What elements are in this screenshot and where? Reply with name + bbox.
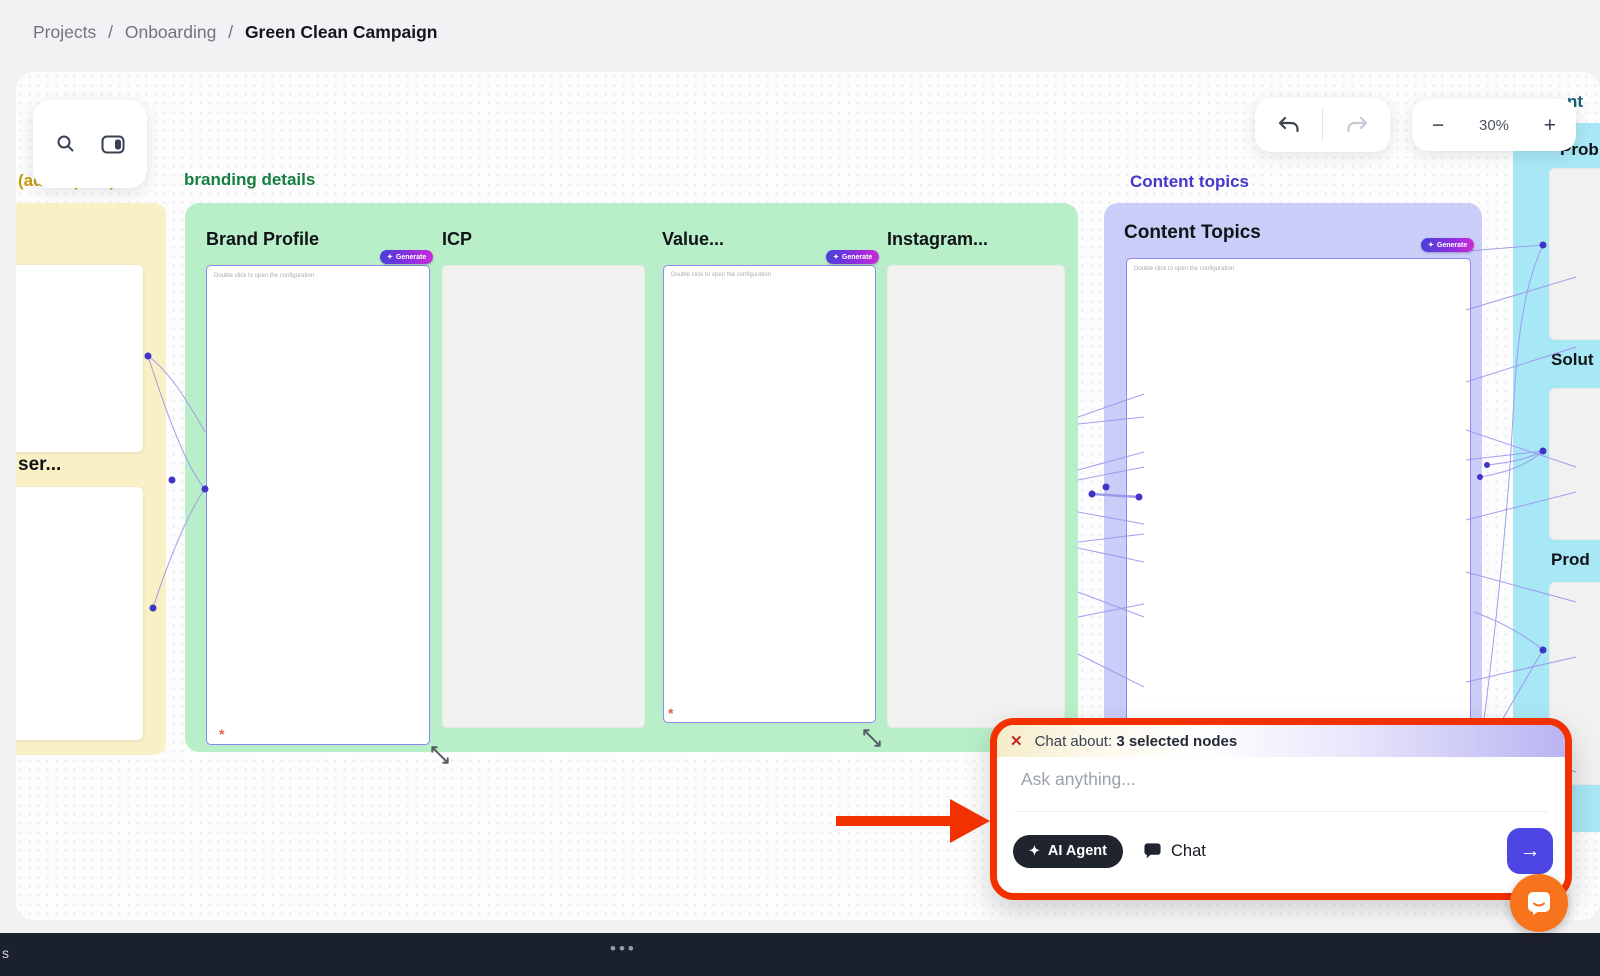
sparkle-icon: ✦ [833, 253, 839, 261]
node-config-hint: Double click to open the configuration [1134, 266, 1234, 272]
sidebar-panel-icon [101, 134, 125, 155]
node-instagram[interactable] [887, 265, 1065, 728]
input-node-card[interactable] [16, 265, 143, 452]
node-brand-profile[interactable] [206, 265, 430, 745]
generate-label: Generate [396, 254, 426, 261]
chat-context-prefix: Chat about: [1035, 733, 1113, 750]
annotation-arrow [836, 798, 992, 844]
help-chat-icon [1524, 888, 1554, 918]
sparkle-icon: ✦ [1029, 843, 1040, 859]
chat-actions-row: ✦ AI Agent Chat → [1013, 819, 1553, 883]
breadcrumb-current-project: Green Clean Campaign [245, 22, 438, 42]
node-problem[interactable] [1549, 168, 1600, 340]
app-window: Projects / Onboarding / Green Clean Camp… [0, 0, 1600, 976]
chat-context-text: Chat about: 3 selected nodes [1035, 733, 1238, 750]
bottom-bar-partial-text: s [2, 945, 9, 961]
divider [1015, 811, 1547, 812]
sparkle-icon: ✦ [1428, 241, 1434, 249]
chat-popup-header: ✕ Chat about: 3 selected nodes [997, 725, 1565, 757]
node-title-brand-profile: Brand Profile [206, 229, 319, 250]
node-title-content-topics: Content Topics [1124, 222, 1261, 244]
group-label-branding-details: branding details [184, 170, 315, 190]
generate-button[interactable]: ✦ Generate [380, 250, 433, 264]
canvas-toolbar [33, 100, 147, 188]
chat-mode-toggle[interactable]: Chat [1143, 842, 1206, 861]
overflow-menu-button[interactable]: ••• [610, 939, 637, 959]
node-title-icp: ICP [442, 229, 472, 250]
ai-agent-toggle[interactable]: ✦ AI Agent [1013, 835, 1123, 868]
node-value[interactable] [663, 265, 876, 723]
node-solution[interactable] [1549, 388, 1600, 540]
required-marker: * [668, 708, 673, 718]
breadcrumb-separator: / [228, 22, 233, 42]
undo-button[interactable] [1255, 98, 1322, 152]
breadcrumb-projects[interactable]: Projects [33, 22, 96, 42]
send-button[interactable]: → [1507, 828, 1553, 874]
zoom-level: 30% [1479, 117, 1509, 134]
chat-mode-label: Chat [1171, 842, 1206, 861]
redo-icon [1345, 115, 1369, 135]
input-node-title-partial: ser... [18, 454, 61, 476]
required-marker: * [219, 729, 224, 739]
group-label-content-topics: Content topics [1130, 172, 1249, 192]
chat-popup-body: ✦ AI Agent Chat → [997, 757, 1565, 893]
workflow-canvas[interactable]: (add inputs) branding details Content to… [16, 72, 1600, 920]
node-title-value: Value... [662, 229, 724, 250]
node-icp[interactable] [442, 265, 645, 728]
chat-popup: ✕ Chat about: 3 selected nodes ✦ AI Agen… [990, 718, 1572, 900]
breadcrumb-separator: / [108, 22, 113, 42]
chat-bubble-icon [1143, 842, 1162, 860]
node-title-product-partial: Prod [1551, 550, 1590, 570]
intercom-launcher[interactable] [1510, 874, 1568, 932]
chat-context-selection: 3 selected nodes [1116, 733, 1237, 750]
ai-agent-label: AI Agent [1048, 843, 1107, 859]
history-toolbar [1255, 98, 1390, 152]
undo-icon [1277, 115, 1301, 135]
zoom-out-button[interactable]: − [1432, 115, 1444, 136]
redo-button[interactable] [1323, 98, 1390, 152]
generate-button[interactable]: ✦ Generate [826, 250, 879, 264]
generate-label: Generate [1437, 242, 1467, 249]
node-title-solution-partial: Solut [1551, 350, 1594, 370]
sparkle-icon: ✦ [387, 253, 393, 261]
zoom-toolbar: − 30% + [1412, 99, 1576, 151]
breadcrumb: Projects / Onboarding / Green Clean Camp… [33, 22, 438, 43]
node-title-instagram: Instagram... [887, 229, 988, 250]
breadcrumb-onboarding[interactable]: Onboarding [125, 22, 216, 42]
resize-handle-icon[interactable] [861, 727, 883, 749]
close-icon[interactable]: ✕ [1010, 732, 1023, 750]
arrow-right-icon: → [1520, 839, 1541, 863]
node-config-hint: Double click to open the configuration [671, 272, 771, 278]
resize-handle-icon[interactable] [429, 744, 451, 766]
zoom-in-button[interactable]: + [1544, 115, 1556, 136]
generate-label: Generate [842, 254, 872, 261]
search-button[interactable] [55, 133, 77, 155]
node-config-hint: Double click to open the configuration [214, 273, 314, 279]
generate-button[interactable]: ✦ Generate [1421, 238, 1474, 252]
input-node-card[interactable] [16, 487, 143, 740]
chat-input[interactable] [1021, 769, 1451, 790]
search-icon [55, 133, 77, 155]
bottom-bar: s ••• [0, 933, 1600, 976]
toggle-sidebar-button[interactable] [101, 134, 125, 155]
